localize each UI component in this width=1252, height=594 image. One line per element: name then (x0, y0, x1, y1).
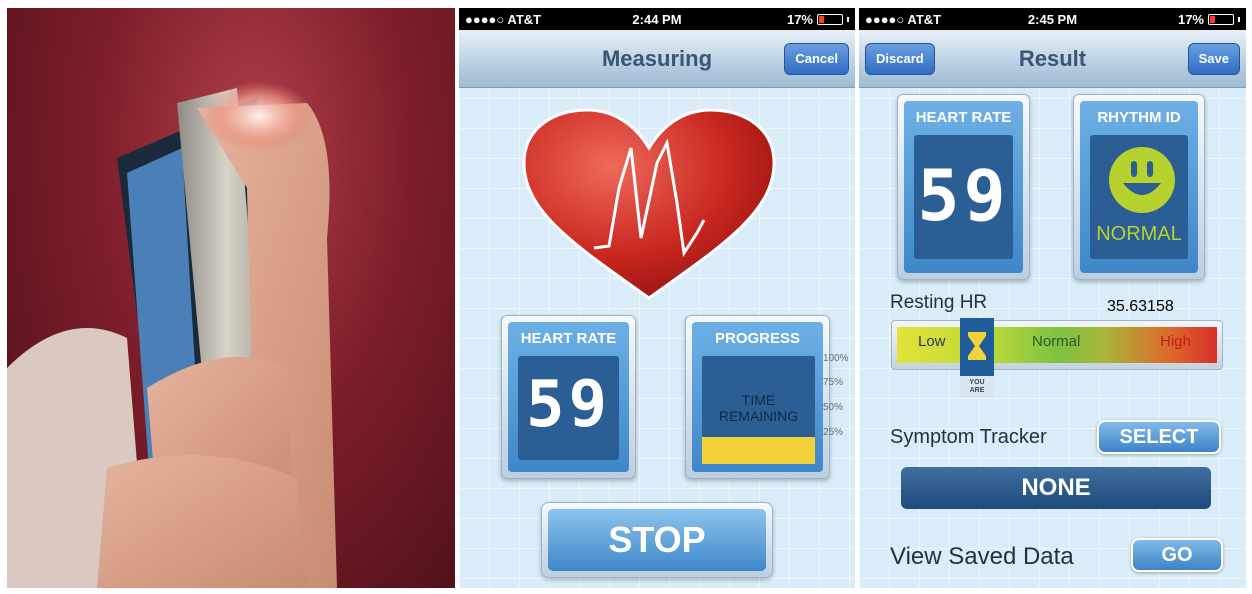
hand-holding-phone-image (7, 81, 337, 588)
resting-hr-scale: Low Normal High (891, 320, 1223, 370)
scale-high-label: High (1160, 333, 1191, 350)
resting-hr-value: 35.63158 (1107, 298, 1174, 315)
status-bar: ●●●●○ AT&T 2:44 PM 17% (459, 8, 855, 30)
you-are-marker: YOU ARE (960, 318, 994, 398)
progress-meter: TIME REMAINING (702, 356, 815, 464)
symptom-value[interactable]: NONE (901, 467, 1211, 509)
rhythm-card: RHYTHM ID NORMAL (1073, 94, 1205, 280)
rhythm-label: RHYTHM ID (1097, 109, 1181, 126)
nav-bar: Discard Result Save (859, 30, 1246, 88)
progress-card: PROGRESS TIME REMAINING (685, 315, 830, 479)
progress-label: PROGRESS (714, 330, 801, 347)
go-button[interactable]: GO (1131, 538, 1223, 572)
heart-rate-label: HEART RATE (520, 330, 617, 347)
heart-rate-value: 59 (525, 368, 612, 442)
heart-rate-card: HEART RATE 59 (897, 94, 1030, 280)
battery-indicator: 17% (1178, 12, 1240, 27)
time-remaining-text: TIME REMAINING (718, 392, 799, 424)
heart-rate-card: HEART RATE 59 (501, 315, 636, 479)
cancel-button[interactable]: Cancel (784, 43, 849, 75)
resting-hr-label: Resting HR (890, 292, 988, 313)
phone-photo (7, 8, 455, 588)
status-bar: ●●●●○ AT&T 2:45 PM 17% (859, 8, 1246, 30)
symptom-tracker-label: Symptom Tracker (890, 426, 1047, 448)
view-saved-data-label: View Saved Data (890, 543, 1074, 570)
smiley-icon (1109, 147, 1175, 213)
battery-indicator: 17% (787, 12, 849, 27)
heart-icon (522, 108, 776, 300)
heart-rate-value: 59 (917, 155, 1010, 237)
scale-normal-label: Normal (1032, 333, 1081, 350)
battery-icon (1208, 14, 1234, 25)
measuring-screen: ●●●●○ AT&T 2:44 PM 17% Measuring Cancel … (459, 8, 855, 588)
nav-bar: Measuring Cancel (459, 30, 855, 88)
result-screen: ●●●●○ AT&T 2:45 PM 17% Discard Result Sa… (859, 8, 1246, 588)
battery-percent: 17% (1177, 12, 1204, 27)
progress-fill (702, 437, 815, 464)
select-symptom-button[interactable]: SELECT (1097, 420, 1221, 454)
battery-icon (817, 14, 843, 25)
stop-button[interactable]: STOP (541, 502, 773, 578)
heart-rate-label: HEART RATE (915, 109, 1012, 126)
save-button[interactable]: Save (1187, 43, 1240, 75)
hourglass-icon (968, 332, 986, 360)
battery-percent: 17% (786, 12, 813, 27)
rhythm-status: NORMAL (1096, 223, 1182, 245)
scale-low-label: Low (918, 333, 946, 350)
